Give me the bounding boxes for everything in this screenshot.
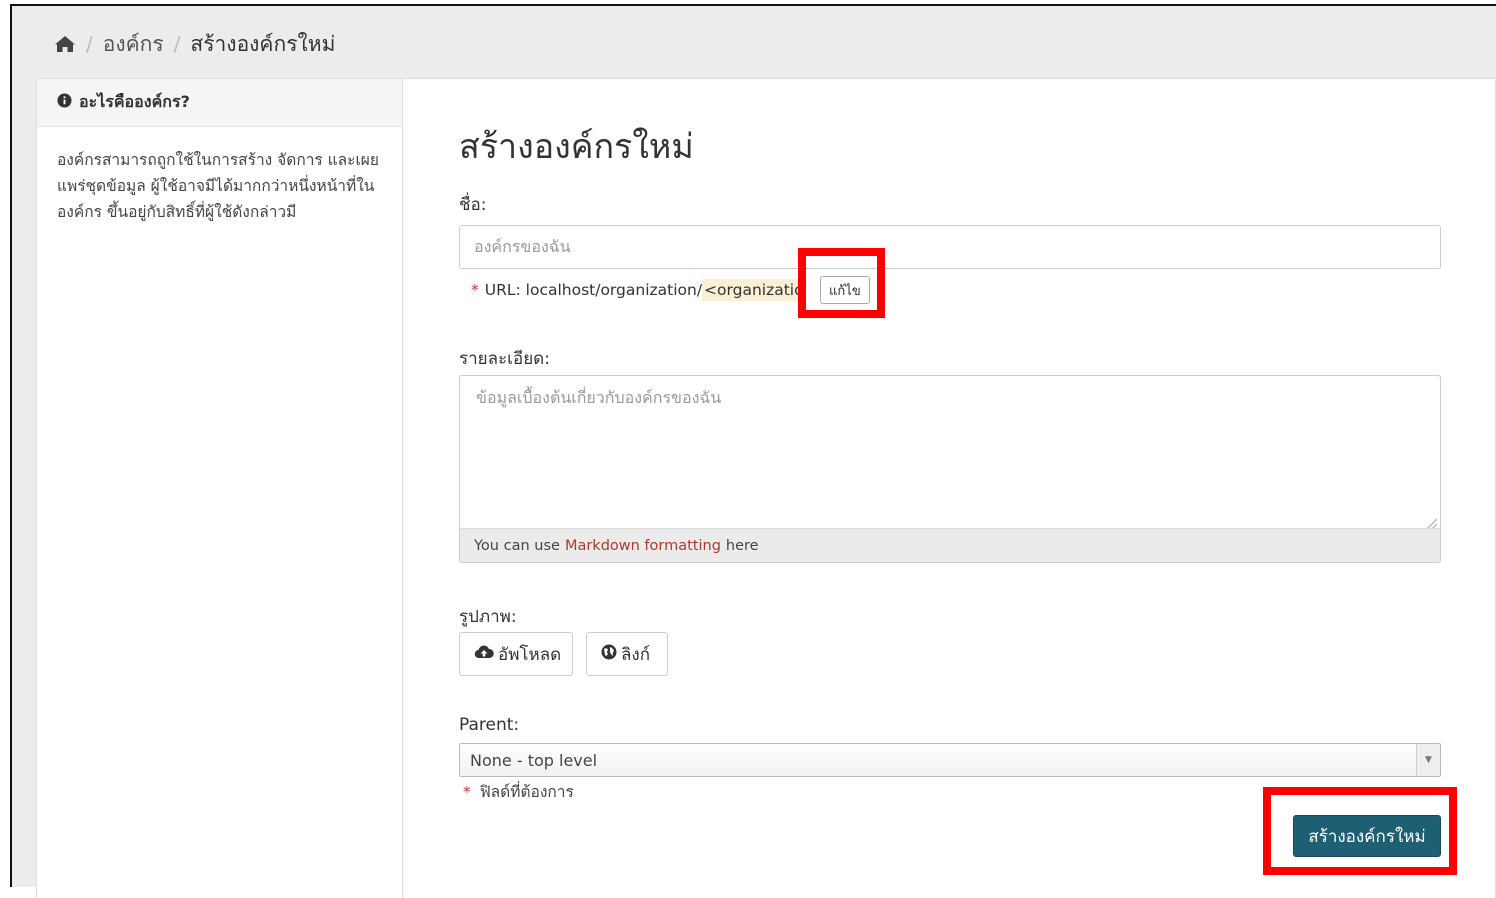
link-button[interactable]: ลิงก์ (586, 632, 668, 676)
breadcrumb-item-organization[interactable]: องค์กร (103, 28, 164, 61)
description-textarea[interactable]: ข้อมูลเบื้องต้นเกี่ยวกับองค์กรของฉัน You… (459, 375, 1441, 563)
breadcrumb-separator: / (86, 32, 93, 56)
sidebar-heading-text: อะไรคือองค์กร? (79, 92, 190, 111)
url-slug: <organization> (702, 279, 803, 301)
breadcrumb: / องค์กร / สร้างองค์กรใหม่ (54, 24, 335, 64)
name-label: ชื่อ: (459, 195, 487, 215)
parent-label: Parent: (459, 715, 520, 735)
sidebar: อะไรคือองค์กร? องค์กรสามารถถูกใช้ในการสร… (37, 79, 403, 898)
description-label: รายละเอียด: (459, 349, 550, 369)
highlight-box-submit (1263, 787, 1457, 875)
name-input[interactable]: องค์กรของฉัน (459, 225, 1441, 269)
home-icon[interactable] (54, 35, 76, 53)
name-input-placeholder: องค์กรของฉัน (474, 236, 571, 256)
image-label: รูปภาพ: (459, 607, 517, 627)
sidebar-heading: อะไรคือองค์กร? (37, 79, 402, 127)
required-asterisk: * (463, 783, 471, 801)
parent-select[interactable]: None - top level ▼ (459, 743, 1441, 777)
globe-icon (601, 644, 617, 665)
required-asterisk: * (471, 281, 479, 299)
chevron-down-icon: ▼ (1416, 744, 1440, 776)
description-placeholder: ข้อมูลเบื้องต้นเกี่ยวกับองค์กรของฉัน (476, 388, 722, 407)
url-prefix: URL: localhost/organization/ (484, 281, 703, 299)
resize-handle-icon[interactable] (1427, 518, 1437, 528)
breadcrumb-item-current: สร้างองค์กรใหม่ (190, 31, 336, 56)
highlight-box-edit (798, 248, 885, 318)
parent-select-value: None - top level (470, 750, 598, 770)
required-note-text: ฟิลด์ที่ต้องการ (479, 783, 574, 801)
breadcrumb-separator: / (173, 32, 181, 56)
form-area: สร้างองค์กรใหม่ ชื่อ: องค์กรของฉัน * URL… (403, 79, 1495, 898)
info-circle-icon (57, 93, 72, 112)
cloud-upload-icon (474, 644, 494, 664)
required-fields-note: * ฟิลด์ที่ต้องการ (463, 779, 574, 804)
markdown-link[interactable]: Markdown formatting (565, 538, 721, 554)
content-panel: อะไรคือองค์กร? องค์กรสามารถถูกใช้ในการสร… (36, 78, 1496, 898)
markdown-hint-prefix: You can use (474, 537, 560, 554)
upload-button[interactable]: อัพโหลด (459, 632, 573, 676)
app-frame: / องค์กร / สร้างองค์กรใหม่ อะไรคือองค์กร… (10, 4, 1496, 898)
upload-button-label: อัพโหลด (498, 644, 562, 665)
page-title: สร้างองค์กรใหม่ (459, 127, 694, 167)
link-button-label: ลิงก์ (621, 644, 651, 665)
markdown-hint-suffix: here (725, 537, 759, 554)
markdown-hint: You can use Markdown formatting here (460, 528, 1440, 562)
sidebar-description: องค์กรสามารถถูกใช้ในการสร้าง จัดการ และเ… (57, 151, 379, 221)
